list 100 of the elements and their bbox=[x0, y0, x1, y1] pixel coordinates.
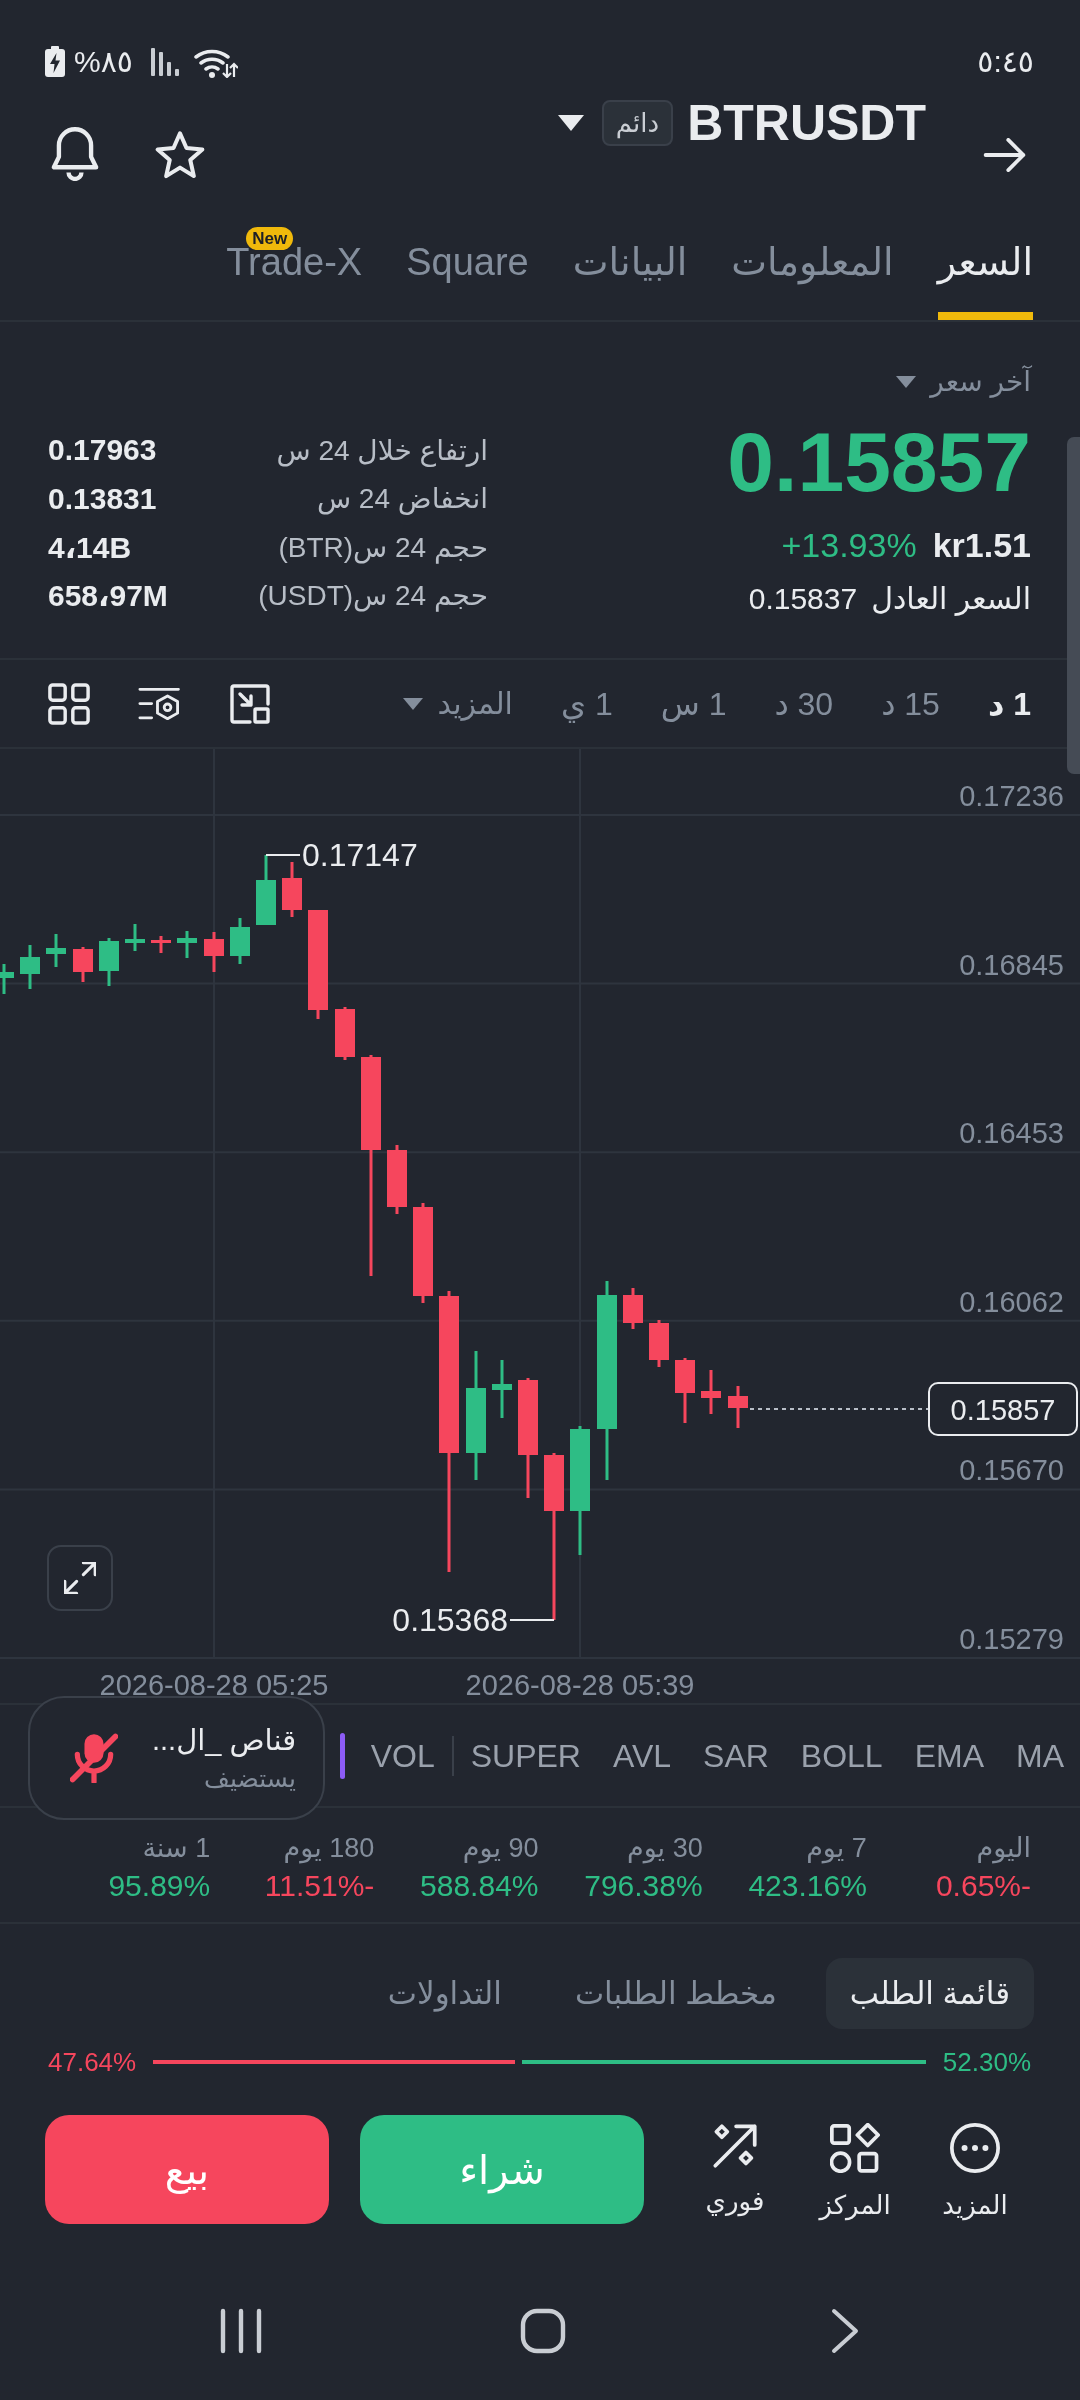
period-label: 90 يوم bbox=[462, 1832, 539, 1866]
time-axis-label: 2026-08-28 05:39 bbox=[465, 1669, 695, 1701]
period-label: 7 يوم bbox=[806, 1832, 867, 1866]
period-label: اليوم bbox=[976, 1832, 1031, 1866]
price-axis-label: 0.17236 bbox=[959, 780, 1064, 812]
ellipsis-icon bbox=[950, 2123, 1000, 2173]
signal-icon bbox=[150, 47, 179, 76]
price-axis-label: 0.15670 bbox=[959, 1454, 1064, 1487]
shapes-icon bbox=[830, 2123, 880, 2173]
leader-line bbox=[509, 1619, 555, 1621]
stat-label: انخفاض 24 س bbox=[316, 482, 488, 516]
high-price-label: 0.17147 bbox=[302, 837, 418, 873]
home-icon[interactable] bbox=[520, 2307, 566, 2354]
period-change: 588.84% bbox=[420, 1868, 539, 1904]
price-type-dropdown[interactable]: آخر سعر bbox=[896, 364, 1031, 400]
battery-icon bbox=[45, 46, 65, 77]
local-price: kr1.51 bbox=[932, 525, 1031, 566]
candle bbox=[701, 1370, 721, 1414]
candle bbox=[675, 1358, 695, 1423]
indicator-tab[interactable]: AVL bbox=[612, 1735, 672, 1776]
tab[interactable]: Trade-X New bbox=[226, 215, 363, 320]
interval-tab[interactable]: 1 ي bbox=[560, 683, 613, 724]
indicator-tab[interactable]: VOL bbox=[370, 1735, 435, 1776]
period-change: 95.89% bbox=[108, 1868, 211, 1904]
sell-button[interactable]: بيع bbox=[45, 2115, 329, 2224]
battery-level: %٨٥ bbox=[74, 43, 133, 80]
price-axis-label: 0.16062 bbox=[959, 1285, 1064, 1318]
bell-icon[interactable] bbox=[50, 127, 100, 181]
price-change: +13.93% bbox=[781, 525, 917, 566]
muted-microphone-icon[interactable] bbox=[70, 1733, 118, 1783]
vertical-bar-icon bbox=[339, 1732, 345, 1779]
fair-price-label: السعر العادل bbox=[871, 581, 1031, 618]
interval-tab[interactable]: 30 د bbox=[774, 683, 834, 724]
caret-icon bbox=[896, 376, 917, 388]
price-axis-label: 0.15279 bbox=[959, 1623, 1064, 1655]
price-axis-label: 0.16845 bbox=[959, 948, 1064, 981]
period-label: 30 يوم bbox=[626, 1832, 703, 1866]
order-tab[interactable]: التداولات bbox=[363, 1958, 526, 2029]
candle bbox=[46, 934, 66, 967]
more-intervals-dropdown[interactable]: المزيد bbox=[403, 683, 513, 724]
fair-price: 0.15837 bbox=[748, 581, 858, 617]
candle bbox=[20, 945, 40, 989]
stat-label: حجم 24 س(USDT) bbox=[258, 579, 488, 613]
order-tab[interactable]: قائمة الطلب bbox=[825, 1958, 1034, 2029]
leader-line bbox=[265, 854, 301, 856]
candle bbox=[177, 931, 197, 958]
back-icon[interactable] bbox=[831, 2307, 859, 2354]
caret-icon[interactable] bbox=[557, 115, 584, 131]
tab[interactable]: المعلومات bbox=[731, 215, 894, 320]
diagonal-arrow-icon bbox=[712, 2123, 758, 2169]
grid-icon[interactable] bbox=[48, 682, 90, 725]
expand-icon bbox=[64, 1562, 96, 1594]
low-price-label: 0.15368 bbox=[392, 1602, 508, 1638]
settings-icon[interactable] bbox=[138, 685, 182, 722]
stat-value: 0.13831 bbox=[48, 481, 157, 516]
interval-tab[interactable]: 1 س bbox=[660, 683, 727, 724]
expand-button[interactable] bbox=[47, 1545, 113, 1611]
period-change: 423.16% bbox=[748, 1868, 867, 1904]
clock: ٥:٤٥ bbox=[977, 43, 1034, 80]
interval-tab[interactable]: 1 د bbox=[987, 683, 1031, 724]
stat-value: 0.17963 bbox=[48, 433, 157, 468]
period-label: 180 يوم bbox=[283, 1832, 375, 1866]
interval-tab[interactable]: 15 د bbox=[881, 683, 940, 724]
candle bbox=[492, 1360, 512, 1418]
tab[interactable]: Square bbox=[406, 215, 529, 320]
star-icon[interactable] bbox=[155, 131, 205, 179]
live-room-role: يستضيف bbox=[204, 1763, 296, 1794]
candle bbox=[0, 964, 14, 994]
resize-icon[interactable] bbox=[230, 683, 270, 724]
live-room-card[interactable]: قناص _ال... يستضيف bbox=[28, 1696, 325, 1820]
order-tab[interactable]: مخطط الطلبات bbox=[550, 1958, 801, 2029]
arrow-icon[interactable] bbox=[981, 138, 1028, 172]
indicator-tab[interactable]: EMA bbox=[914, 1735, 984, 1776]
candle bbox=[649, 1320, 669, 1367]
tab[interactable]: السعر bbox=[937, 215, 1033, 320]
candle bbox=[99, 938, 119, 986]
live-room-title: قناص _ال... bbox=[152, 1723, 296, 1759]
candle bbox=[623, 1288, 643, 1329]
stat-label: ارتفاع خلال 24 س bbox=[276, 433, 488, 467]
symbol-title[interactable]: BTRUSDT bbox=[687, 95, 926, 151]
shortcut-button[interactable]: فوري bbox=[680, 2123, 790, 2219]
candle bbox=[151, 936, 171, 953]
tab[interactable]: البيانات bbox=[572, 215, 688, 320]
caret-icon bbox=[403, 697, 424, 710]
shortcut-button[interactable]: المزيد bbox=[920, 2123, 1030, 2223]
shortcut-button[interactable]: المركز bbox=[800, 2123, 910, 2223]
period-change: 0.65%- bbox=[935, 1868, 1031, 1904]
candle bbox=[125, 924, 145, 951]
recents-icon[interactable] bbox=[219, 2307, 263, 2354]
indicator-tab[interactable]: SAR bbox=[703, 1735, 769, 1776]
period-label: 1 سنة bbox=[142, 1832, 211, 1865]
last-price: 0.15857 bbox=[727, 417, 1031, 507]
indicator-tab[interactable]: SUPER bbox=[470, 1735, 581, 1776]
indicator-tab[interactable]: BOLL bbox=[800, 1735, 883, 1776]
indicator-tab[interactable]: MA bbox=[1016, 1735, 1064, 1776]
candle bbox=[282, 862, 302, 917]
period-change: 796.38% bbox=[584, 1868, 703, 1904]
stat-value: 658،97M bbox=[48, 578, 168, 614]
current-price-tag: 0.15857 bbox=[928, 1382, 1078, 1436]
sell-ratio: 47.64% bbox=[48, 2046, 137, 2077]
